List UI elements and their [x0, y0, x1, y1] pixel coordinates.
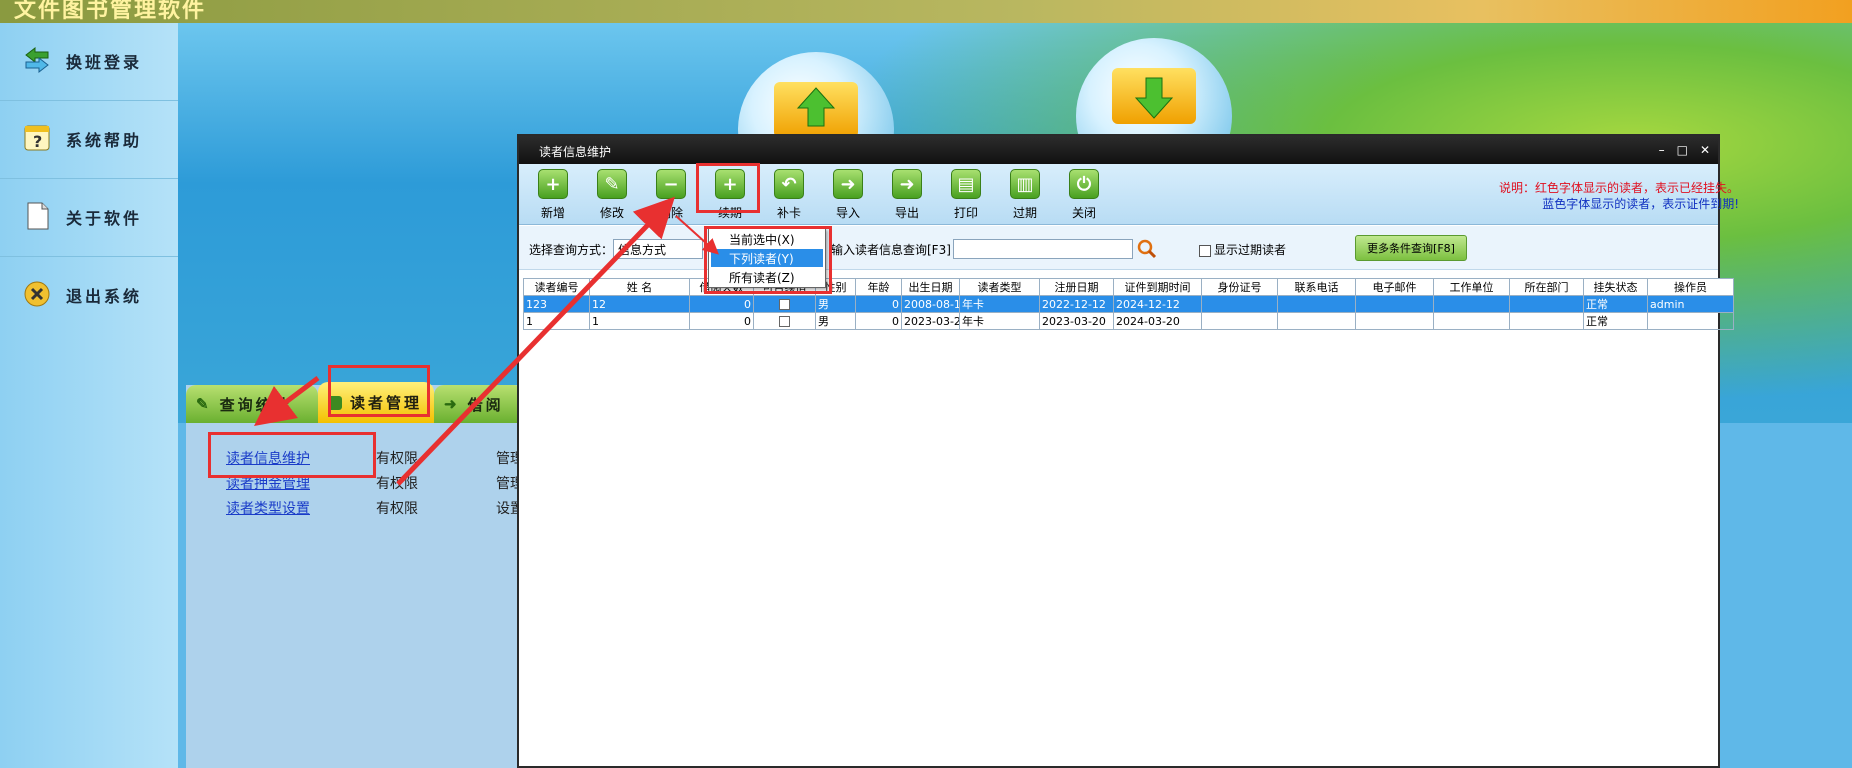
arrow-to-reader-link — [254, 376, 320, 426]
annotation-arrows — [254, 196, 719, 486]
arrow-to-dropdown — [675, 215, 719, 255]
arrow-to-renew-button — [396, 196, 675, 486]
